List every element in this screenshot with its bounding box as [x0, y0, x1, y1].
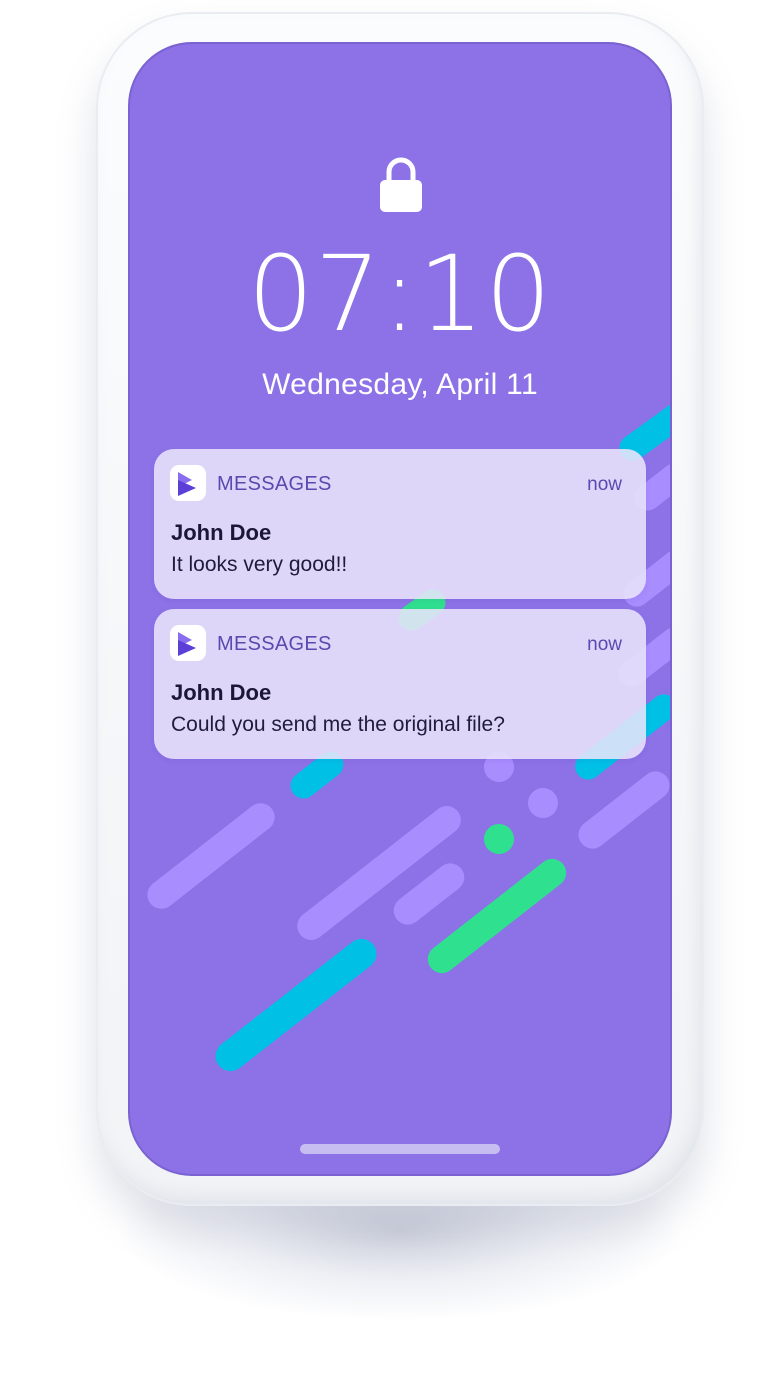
messages-app-icon	[170, 625, 206, 661]
messages-app-icon	[170, 465, 206, 501]
dot	[484, 824, 514, 854]
lock-icon	[380, 156, 422, 212]
notification-sender: John Doe	[171, 520, 272, 545]
lock-screen[interactable]: 07:10 Wednesday, April 11 MESSAGES now J…	[130, 44, 670, 1174]
notification-message: Could you send me the original file?	[171, 713, 505, 736]
lock-screen-time: 07:10	[247, 233, 553, 355]
stripe	[141, 797, 281, 915]
notification-card[interactable]: MESSAGES now John Doe It looks very good…	[154, 449, 646, 599]
lock-screen-date: Wednesday, April 11	[262, 368, 538, 401]
notification-message: It looks very good!!	[171, 553, 348, 576]
notification-time: now	[587, 634, 622, 655]
home-indicator[interactable]	[300, 1144, 500, 1154]
stripe	[209, 932, 383, 1078]
device-mockup: 07:10 Wednesday, April 11 MESSAGES now J…	[0, 0, 776, 1394]
notification-sender: John Doe	[171, 680, 272, 705]
notification-app-name: MESSAGES	[217, 633, 332, 655]
notification-app-name: MESSAGES	[217, 473, 332, 495]
dot	[528, 788, 558, 818]
notification-time: now	[587, 474, 622, 495]
notification-card[interactable]: MESSAGES now John Doe Could you send me …	[154, 609, 646, 759]
